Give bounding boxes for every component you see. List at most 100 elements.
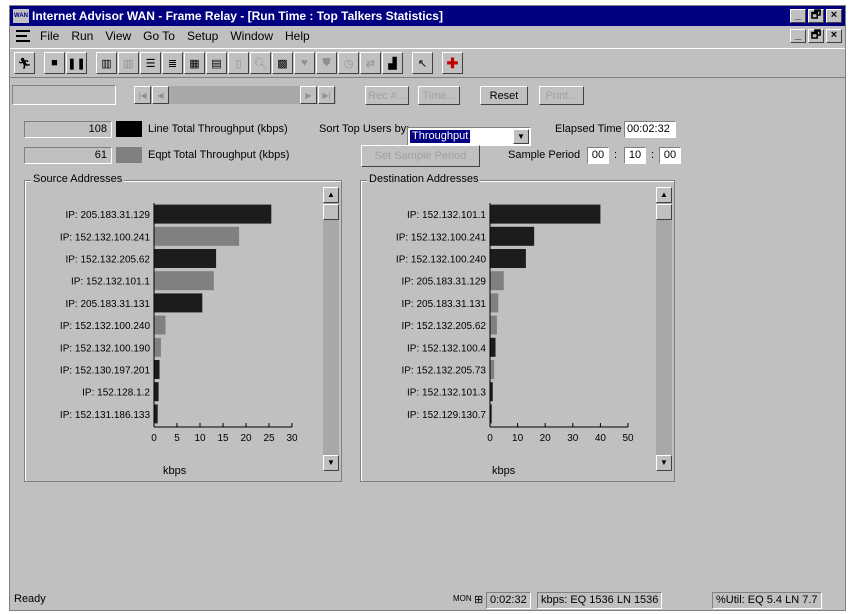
menu-view[interactable]: View bbox=[99, 29, 137, 43]
reset-button[interactable]: Reset bbox=[480, 86, 528, 105]
status-time: 0:02:32 bbox=[486, 592, 531, 609]
line-total-value: 108 bbox=[24, 121, 112, 138]
list-left-icon[interactable]: ☰ bbox=[140, 52, 161, 74]
picture-icon[interactable]: ▩ bbox=[272, 52, 293, 74]
shield-disabled-icon[interactable]: ⛊ bbox=[316, 52, 337, 74]
set-sample-period-button[interactable]: Set Sample Period bbox=[361, 145, 480, 167]
prev-record-icon[interactable]: ◀ bbox=[152, 86, 169, 104]
sort-value: Throughput bbox=[410, 130, 471, 143]
menu-goto[interactable]: Go To bbox=[137, 29, 181, 43]
category-label: IP: 205.183.31.129 bbox=[401, 277, 486, 288]
status-bar: Ready MON ⊞ 0:02:32 kbps: EQ 1536 LN 153… bbox=[10, 590, 845, 610]
next-record-icon[interactable]: ▶ bbox=[300, 86, 317, 104]
red-cross-icon[interactable]: ✚ bbox=[442, 52, 463, 74]
restore-button[interactable]: 🗗 bbox=[808, 9, 824, 23]
source-addresses-group: Source Addresses IP: 205.183.31.129 IP: 1… bbox=[24, 173, 342, 482]
bar bbox=[154, 315, 166, 335]
bar-chart-icon[interactable]: ▥ bbox=[96, 52, 117, 74]
scroll-thumb[interactable] bbox=[323, 204, 339, 220]
bar bbox=[154, 293, 203, 313]
tick-label: 25 bbox=[263, 433, 275, 444]
bar bbox=[154, 204, 272, 224]
histogram-icon[interactable]: ▟ bbox=[382, 52, 403, 74]
eqpt-total-label: Eqpt Total Throughput (kbps) bbox=[148, 149, 290, 161]
last-record-icon[interactable]: ▶| bbox=[318, 86, 335, 104]
status-util: %Util: EQ 5.4 LN 7.7 bbox=[712, 592, 822, 609]
tick-label: 10 bbox=[194, 433, 206, 444]
scroll-thumb[interactable] bbox=[656, 204, 672, 220]
first-record-icon[interactable]: |◀ bbox=[134, 86, 151, 104]
sort-select[interactable]: Throughput ▼ bbox=[407, 127, 531, 146]
category-label: IP: 152.132.101.3 bbox=[407, 388, 486, 399]
bar-chart-disabled-icon[interactable]: ▥ bbox=[118, 52, 139, 74]
category-label: IP: 205.183.31.129 bbox=[65, 210, 150, 221]
toolbar: 🏃︎ ■ ❚❚ ▥ ▥ ☰ ≣ ▦ ▤ ▯ 🔍︎ ▩ ♥ ⛊ ◷ ⇄ ▟ ↖ ✚ bbox=[10, 48, 845, 78]
sample-minutes-field[interactable]: 10 bbox=[624, 147, 646, 164]
scroll-up-icon[interactable]: ▲ bbox=[323, 187, 339, 203]
record-slider[interactable]: |◀ ◀ ▶ ▶| bbox=[134, 86, 336, 104]
tick-label: 0 bbox=[487, 433, 493, 444]
source-scrollbar[interactable]: ▲ ▼ bbox=[323, 187, 339, 471]
scroll-up-icon[interactable]: ▲ bbox=[656, 187, 672, 203]
rec-button[interactable]: Rec #... bbox=[365, 86, 409, 105]
menu-window[interactable]: Window bbox=[224, 29, 279, 43]
grid-2-icon[interactable]: ▤ bbox=[206, 52, 227, 74]
menu-run[interactable]: Run bbox=[65, 29, 99, 43]
pause-icon[interactable]: ❚❚ bbox=[66, 52, 87, 74]
chevron-down-icon[interactable]: ▼ bbox=[513, 129, 529, 144]
scroll-down-icon[interactable]: ▼ bbox=[323, 455, 339, 471]
destination-xlabel: kbps bbox=[492, 465, 516, 477]
title-bar[interactable]: WAN Internet Advisor WAN - Frame Relay -… bbox=[10, 6, 845, 26]
sample-hours-field[interactable]: 00 bbox=[587, 147, 609, 164]
bar bbox=[154, 382, 159, 402]
window-title: Internet Advisor WAN - Frame Relay - [Ru… bbox=[32, 9, 443, 23]
heart-disabled-icon[interactable]: ♥ bbox=[294, 52, 315, 74]
bar bbox=[490, 226, 535, 246]
doc-close-button[interactable]: × bbox=[826, 29, 842, 43]
swap-disabled-icon[interactable]: ⇄ bbox=[360, 52, 381, 74]
zoom-disabled-icon[interactable]: 🔍︎ bbox=[250, 52, 271, 74]
doc-restore-button[interactable]: 🗗 bbox=[808, 29, 824, 43]
minimize-button[interactable]: _ bbox=[790, 9, 806, 23]
record-field[interactable] bbox=[12, 85, 116, 105]
category-label: IP: 152.131.186.133 bbox=[60, 410, 151, 421]
document-menu-icon[interactable] bbox=[16, 30, 30, 42]
run-figure-icon[interactable]: 🏃︎ bbox=[14, 52, 35, 74]
list-detail-icon[interactable]: ≣ bbox=[162, 52, 183, 74]
bar bbox=[490, 293, 499, 313]
page-disabled-icon[interactable]: ▯ bbox=[228, 52, 249, 74]
tick-label: 20 bbox=[240, 433, 252, 444]
category-label: IP: 152.132.100.240 bbox=[60, 321, 151, 332]
category-label: IP: 152.132.205.73 bbox=[401, 366, 486, 377]
menu-file[interactable]: File bbox=[34, 29, 65, 43]
tick-label: 30 bbox=[567, 433, 579, 444]
time-button[interactable]: Time... bbox=[418, 86, 460, 105]
stop-icon[interactable]: ■ bbox=[44, 52, 65, 74]
app-icon[interactable]: WAN bbox=[13, 9, 29, 23]
tick-label: 30 bbox=[286, 433, 298, 444]
menu-setup[interactable]: Setup bbox=[181, 29, 224, 43]
category-label: IP: 152.132.101.1 bbox=[407, 210, 486, 221]
tick-label: 0 bbox=[151, 433, 157, 444]
menu-help[interactable]: Help bbox=[279, 29, 316, 43]
destination-chart: IP: 152.132.101.1 IP: 152.132.100.241 IP: … bbox=[396, 203, 634, 444]
tick-label: 50 bbox=[622, 433, 634, 444]
arrow-cursor-icon[interactable]: ↖ bbox=[412, 52, 433, 74]
bar bbox=[490, 204, 601, 224]
category-label: IP: 152.132.205.62 bbox=[65, 255, 150, 266]
category-label: IP: 205.183.31.131 bbox=[401, 299, 486, 310]
destination-scrollbar[interactable]: ▲ ▼ bbox=[656, 187, 672, 471]
doc-minimize-button[interactable]: _ bbox=[790, 29, 806, 43]
bar bbox=[154, 271, 214, 291]
clock-disabled-icon[interactable]: ◷ bbox=[338, 52, 359, 74]
elapsed-label: Elapsed Time bbox=[555, 123, 622, 135]
grid-icon[interactable]: ▦ bbox=[184, 52, 205, 74]
sample-seconds-field[interactable]: 00 bbox=[659, 147, 681, 164]
scroll-down-icon[interactable]: ▼ bbox=[656, 455, 672, 471]
bar bbox=[154, 226, 240, 246]
print-button[interactable]: Print... bbox=[539, 86, 584, 105]
line-color-swatch bbox=[116, 121, 142, 137]
close-button[interactable]: × bbox=[826, 9, 842, 23]
category-label: IP: 205.183.31.131 bbox=[65, 299, 150, 310]
eqpt-color-swatch bbox=[116, 147, 142, 163]
